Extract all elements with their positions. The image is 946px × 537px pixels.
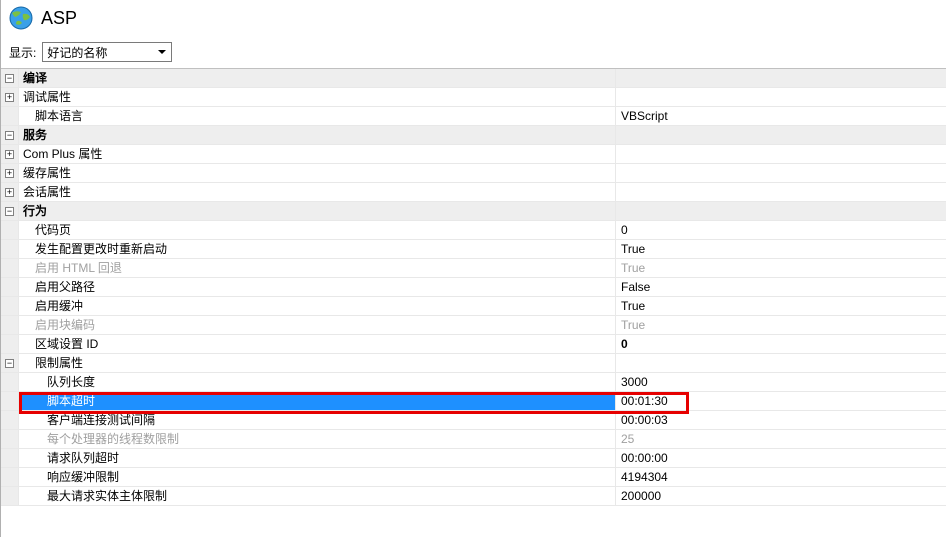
row-max-entity-value[interactable]: 200000 (615, 487, 946, 505)
row-enable-html-fallback[interactable]: 启用 HTML 回退 True (1, 259, 946, 278)
row-limits-props[interactable]: − 限制属性 (1, 354, 946, 373)
expand-icon[interactable]: + (5, 188, 14, 197)
row-client-conn-label: 客户端连接测试间隔 (19, 411, 615, 429)
row-script-language-label: 脚本语言 (19, 107, 615, 125)
expand-icon[interactable]: + (5, 93, 14, 102)
display-label: 显示: (9, 44, 36, 61)
category-behavior[interactable]: − 行为 (1, 202, 946, 221)
category-compile-label: 编译 (19, 69, 615, 87)
row-client-conn-test-interval[interactable]: 客户端连接测试间隔 00:00:03 (1, 411, 946, 430)
row-queue-length-value[interactable]: 3000 (615, 373, 946, 391)
row-locale-id-label: 区域设置 ID (19, 335, 615, 353)
expand-icon[interactable]: + (5, 150, 14, 159)
row-client-conn-value[interactable]: 00:00:03 (615, 411, 946, 429)
row-locale-id-value[interactable]: 0 (615, 335, 946, 353)
row-code-page-label: 代码页 (19, 221, 615, 239)
category-services[interactable]: − 服务 (1, 126, 946, 145)
row-restart-value[interactable]: True (615, 240, 946, 258)
row-cache-props[interactable]: + 缓存属性 (1, 164, 946, 183)
row-chunked-value: True (615, 316, 946, 334)
row-script-timeout-value[interactable]: 00:01:30 (615, 392, 946, 410)
display-select-value: 好记的名称 (47, 46, 107, 60)
row-debug-props[interactable]: + 调试属性 (1, 88, 946, 107)
row-script-timeout[interactable]: 脚本超时 00:01:30 (1, 392, 946, 411)
row-session-props-label: 会话属性 (19, 183, 615, 201)
row-script-language-value[interactable]: VBScript (615, 107, 946, 125)
collapse-icon[interactable]: − (5, 74, 14, 83)
row-req-queue-timeout-label: 请求队列超时 (19, 449, 615, 467)
row-script-timeout-label: 脚本超时 (19, 392, 615, 410)
header: ASP (1, 0, 946, 38)
row-request-queue-timeout[interactable]: 请求队列超时 00:00:00 (1, 449, 946, 468)
row-enable-parent-paths[interactable]: 启用父路径 False (1, 278, 946, 297)
row-buffering-label: 启用缓冲 (19, 297, 615, 315)
collapse-icon[interactable]: − (5, 359, 14, 368)
row-session-props[interactable]: + 会话属性 (1, 183, 946, 202)
row-chunked-label: 启用块编码 (19, 316, 615, 334)
row-cache-props-label: 缓存属性 (19, 164, 615, 182)
page-title: ASP (41, 8, 77, 29)
row-response-buffer-limit[interactable]: 响应缓冲限制 4194304 (1, 468, 946, 487)
row-enable-buffering[interactable]: 启用缓冲 True (1, 297, 946, 316)
category-services-label: 服务 (19, 126, 615, 144)
row-script-language[interactable]: 脚本语言 VBScript (1, 107, 946, 126)
row-resp-buffer-value[interactable]: 4194304 (615, 468, 946, 486)
row-max-request-entity[interactable]: 最大请求实体主体限制 200000 (1, 487, 946, 506)
row-debug-props-label: 调试属性 (19, 88, 615, 106)
row-complus-props[interactable]: + Com Plus 属性 (1, 145, 946, 164)
category-compile[interactable]: − 编译 (1, 69, 946, 88)
row-threads-per-processor[interactable]: 每个处理器的线程数限制 25 (1, 430, 946, 449)
display-select[interactable]: 好记的名称 (42, 42, 172, 62)
row-limits-props-label: 限制属性 (19, 354, 615, 372)
row-buffering-value[interactable]: True (615, 297, 946, 315)
collapse-icon[interactable]: − (5, 131, 14, 140)
row-max-entity-label: 最大请求实体主体限制 (19, 487, 615, 505)
row-queue-length[interactable]: 队列长度 3000 (1, 373, 946, 392)
row-parent-paths-value[interactable]: False (615, 278, 946, 296)
row-html-fallback-label: 启用 HTML 回退 (19, 259, 615, 277)
row-locale-id[interactable]: 区域设置 ID 0 (1, 335, 946, 354)
category-behavior-label: 行为 (19, 202, 615, 220)
row-html-fallback-value: True (615, 259, 946, 277)
globe-icon (9, 6, 33, 30)
collapse-icon[interactable]: − (5, 207, 14, 216)
row-code-page[interactable]: 代码页 0 (1, 221, 946, 240)
row-restart-label: 发生配置更改时重新启动 (19, 240, 615, 258)
row-queue-length-label: 队列长度 (19, 373, 615, 391)
row-enable-chunked-encoding[interactable]: 启用块编码 True (1, 316, 946, 335)
expand-icon[interactable]: + (5, 169, 14, 178)
row-complus-props-label: Com Plus 属性 (19, 145, 615, 163)
row-threads-label: 每个处理器的线程数限制 (19, 430, 615, 448)
display-row: 显示: 好记的名称 (1, 38, 946, 68)
row-restart-on-config-change[interactable]: 发生配置更改时重新启动 True (1, 240, 946, 259)
row-parent-paths-label: 启用父路径 (19, 278, 615, 296)
row-req-queue-timeout-value[interactable]: 00:00:00 (615, 449, 946, 467)
row-code-page-value[interactable]: 0 (615, 221, 946, 239)
property-grid: − 编译 + 调试属性 脚本语言 VBScript − 服务 + Com Plu… (1, 68, 946, 506)
row-resp-buffer-label: 响应缓冲限制 (19, 468, 615, 486)
row-threads-value: 25 (615, 430, 946, 448)
